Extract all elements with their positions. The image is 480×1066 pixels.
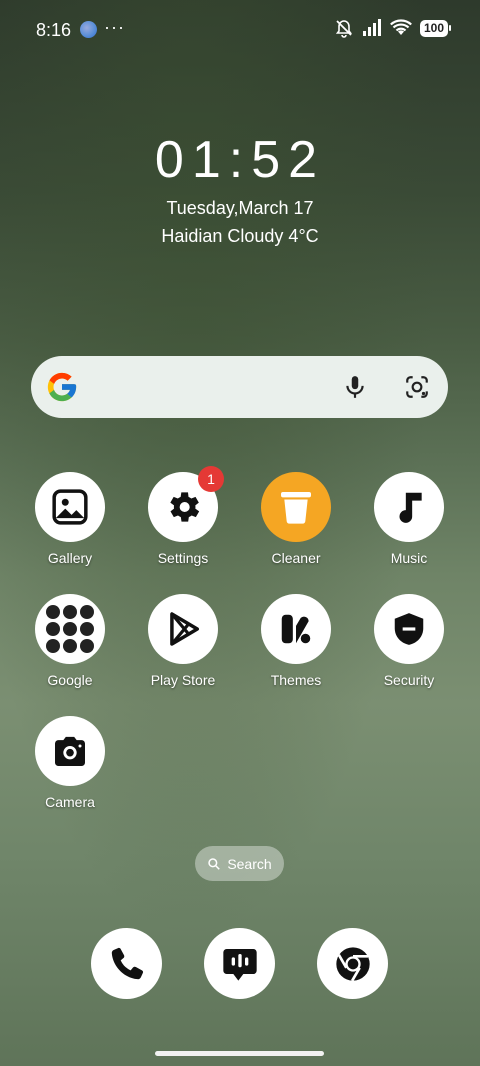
chrome-icon xyxy=(335,946,370,981)
notification-app-icon xyxy=(80,21,97,38)
app-search-button[interactable]: Search xyxy=(195,846,284,881)
status-time: 8:16 xyxy=(36,20,72,40)
phone-icon xyxy=(111,947,143,979)
app-search-label: Search xyxy=(227,855,272,872)
search-icon xyxy=(208,857,221,870)
app-label: Gallery xyxy=(47,550,93,566)
home-gesture-bar[interactable] xyxy=(155,1051,324,1056)
battery-indicator: 100 xyxy=(419,19,452,37)
app-settings[interactable]: 1 Settings xyxy=(133,466,233,566)
app-label: Music xyxy=(390,550,428,566)
dock-chrome[interactable] xyxy=(317,928,388,999)
themes-icon xyxy=(261,594,331,664)
music-note-icon xyxy=(374,472,444,542)
app-cleaner[interactable]: Cleaner xyxy=(246,472,346,566)
app-folder-google[interactable]: Google xyxy=(20,594,120,688)
dock-messages[interactable] xyxy=(204,928,275,999)
clock-time[interactable]: 01:52 xyxy=(0,130,480,190)
lens-icon[interactable] xyxy=(404,374,430,400)
gear-icon: 1 xyxy=(148,466,224,542)
wifi-icon xyxy=(390,19,412,35)
app-label: Play Store xyxy=(150,672,216,688)
status-icons: 100 xyxy=(334,18,452,38)
play-store-icon xyxy=(148,594,218,664)
clock-date[interactable]: Tuesday,March 17 xyxy=(0,198,480,219)
app-label: Cleaner xyxy=(271,550,321,566)
app-label: Themes xyxy=(270,672,322,688)
folder-icon xyxy=(35,594,105,664)
gallery-icon xyxy=(35,472,105,542)
app-themes[interactable]: Themes xyxy=(246,594,346,688)
camera-icon xyxy=(35,716,105,786)
status-bar: 8:16 ··· 100 xyxy=(0,0,480,60)
app-camera[interactable]: Camera xyxy=(20,716,120,810)
weather-text[interactable]: Haidian Cloudy 4°C xyxy=(0,226,480,247)
message-icon xyxy=(222,948,257,981)
folder-preview xyxy=(46,605,94,653)
mute-bell-icon xyxy=(335,20,353,38)
dock-phone[interactable] xyxy=(91,928,162,999)
mic-icon[interactable] xyxy=(342,374,368,400)
trash-icon xyxy=(261,472,331,542)
shield-icon xyxy=(374,594,444,664)
app-music[interactable]: Music xyxy=(359,472,459,566)
app-label: Camera xyxy=(45,794,95,810)
google-g-icon xyxy=(47,372,77,402)
google-search-bar[interactable] xyxy=(31,356,448,418)
notification-badge: 1 xyxy=(198,466,224,492)
app-label: Settings xyxy=(157,550,209,566)
signal-icon xyxy=(362,19,381,36)
app-label: Security xyxy=(383,672,435,688)
more-notifications-icon: ··· xyxy=(104,17,125,37)
app-security[interactable]: Security xyxy=(359,594,459,688)
app-play-store[interactable]: Play Store xyxy=(133,594,233,688)
app-gallery[interactable]: Gallery xyxy=(20,472,120,566)
app-label: Google xyxy=(47,672,93,688)
